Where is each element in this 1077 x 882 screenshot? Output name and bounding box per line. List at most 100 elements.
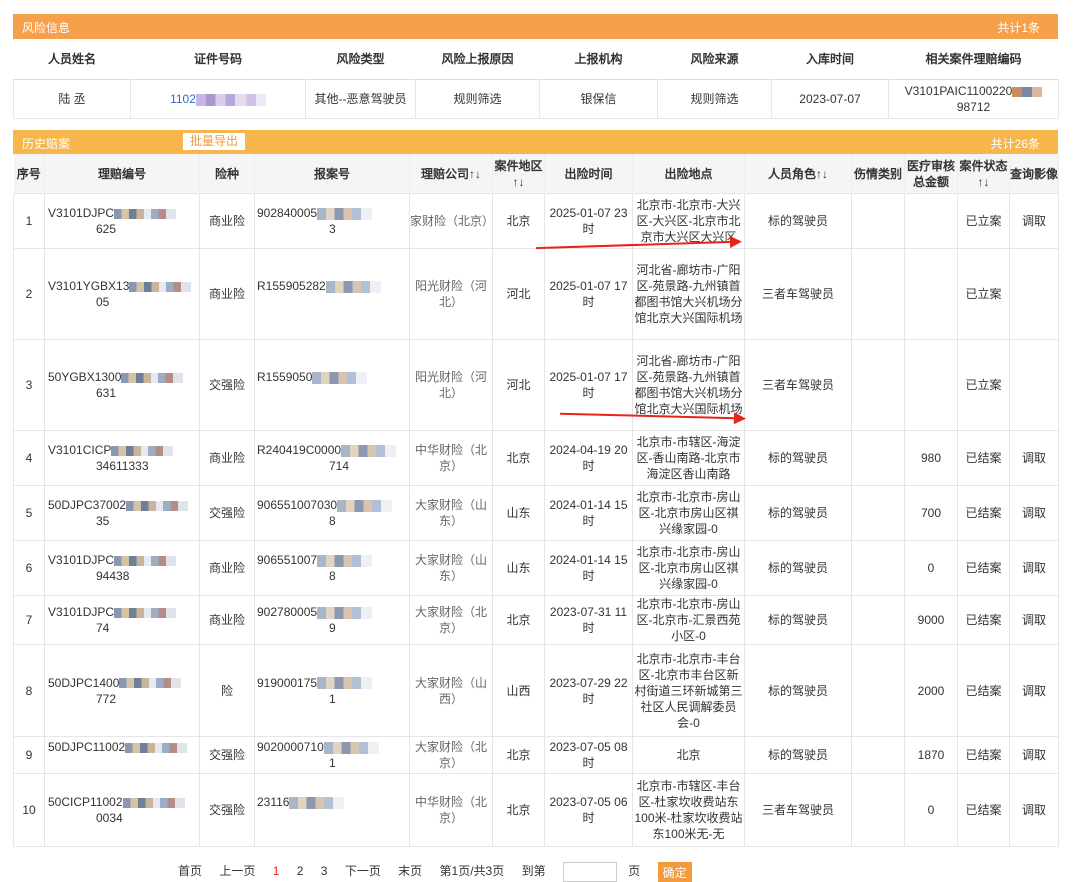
person-role: 标的驾驶员 [744,736,852,774]
query-image-link[interactable] [1009,248,1059,340]
pager-confirm-button[interactable]: 确定 [657,862,692,882]
pager-last[interactable]: 末页 [398,862,422,879]
risk-info-title: 风险信息 [22,21,71,35]
report-number-suffix: 9 [329,621,336,635]
query-image-link[interactable]: 调取 [1009,485,1059,541]
header-report-org: 上报机构 [539,39,658,80]
accident-time: 2024-01-14 15时 [544,485,633,541]
query-image-link[interactable] [1009,339,1059,431]
header-person-name: 人员姓名 [13,39,131,80]
case-region: 山东 [492,485,545,541]
report-number-redacted [337,499,393,512]
header-insurance-type: 险种 [199,154,255,194]
query-image-link[interactable]: 调取 [1009,193,1059,249]
claim-number-text: 50DJPC37002 [48,498,127,512]
claim-number-redacted [114,555,177,566]
insurance-type: 交强险 [199,339,255,431]
medical-amount: 9000 [904,595,958,645]
header-risk-type: 风险类型 [305,39,416,80]
case-region: 北京 [492,430,545,486]
report-number-redacted [312,371,368,384]
header-accident-place: 出险地点 [632,154,745,194]
pager-page-3[interactable]: 3 [321,864,328,878]
insurance-type: 险 [199,644,255,737]
accident-place: 北京市-市辖区-海淀区-香山南路-北京市海淀区香山南路 [632,430,745,486]
claim-number-text: V3101DJPC [48,206,115,220]
query-image-link[interactable]: 调取 [1009,644,1059,737]
person-role: 三者车驾驶员 [744,248,852,340]
case-status: 已立案 [957,193,1010,249]
query-image-link[interactable]: 调取 [1009,773,1059,847]
claim-company: 阳光财险（河北） [409,248,493,340]
pager-prev[interactable]: 上一页 [219,862,255,879]
report-number-suffix [257,811,329,825]
person-role: 三者车驾驶员 [744,773,852,847]
report-number: R240419C0000 714 [254,430,410,486]
history-table-header-row: 序号 理赔编号 险种 报案号 理赔公司↑↓ 案件地区↑↓ 出险时间 出险地点 人… [13,154,1059,194]
id-number-link[interactable]: 1102 [170,92,196,106]
medical-amount: 1870 [904,736,958,774]
claim-number-suffix: 05 [96,295,110,309]
person-role: 三者车驾驶员 [744,339,852,431]
claim-number-redacted [119,678,182,689]
query-image-link[interactable]: 调取 [1009,736,1059,774]
report-number-text: 902840005 [257,206,318,220]
table-row: 5 50DJPC37002 35 交强险 906551007030 8 大家财险（山东） 山东… [13,485,1059,541]
seq-number: 6 [13,540,45,596]
header-person-role-sort[interactable]: 人员角色↑↓ [744,154,852,194]
claim-number-suffix: 772 [96,691,117,706]
person-role: 标的驾驶员 [744,193,852,249]
medical-amount [904,193,958,249]
id-number-cell[interactable]: 1102 [130,79,306,119]
case-region: 北京 [492,193,545,249]
claim-number-suffix [48,756,96,770]
seq-number: 2 [13,248,45,340]
injury-category [851,430,905,486]
case-status: 已结案 [957,595,1010,645]
report-number-text: 902780005 [257,605,318,619]
person-role: 标的驾驶员 [744,430,852,486]
pager-page-unit: 页 [628,864,641,879]
pager-goto-input[interactable] [562,862,617,882]
seq-number: 9 [13,736,45,774]
header-case-region-sort[interactable]: 案件地区↑↓ [492,154,545,194]
risk-info-count: 共计1条 [997,21,1040,35]
header-claim-number: 理赔编号 [44,154,200,194]
header-case-status-sort[interactable]: 案件状态↑↓ [957,154,1010,194]
pager-page-2[interactable]: 2 [297,864,304,878]
claim-company: 大家财险（山东） [409,485,493,541]
claim-number-text: V3101DJPC [48,553,115,567]
risk-source: 规则筛选 [657,79,772,119]
pager-first[interactable]: 首页 [178,862,202,879]
report-number-text: R240419C0000 [257,443,342,457]
header-risk-source: 风险来源 [657,39,772,80]
pager-next[interactable]: 下一页 [345,862,381,879]
claim-number-redacted [121,372,184,383]
header-claim-company-sort[interactable]: 理赔公司↑↓ [409,154,493,194]
claim-number-text: 50CICP11002 [48,795,123,809]
insurance-type: 商业险 [199,540,255,596]
report-number: R1559050 [254,339,410,431]
medical-amount: 0 [904,540,958,596]
batch-export-button[interactable]: 批量导出 [183,133,245,150]
table-row: 2 V3101YGBX13 05 商业险 R155905282 阳光财险（河北） 河北 202… [13,248,1059,340]
claim-number: V3101DJPC 625 [44,193,200,249]
report-number: 906551007030 8 [254,485,410,541]
claim-company: 中华财险（北京） [409,430,493,486]
person-role: 标的驾驶员 [744,644,852,737]
claim-code-redacted [1012,86,1043,97]
insurance-type: 商业险 [199,193,255,249]
query-image-link[interactable]: 调取 [1009,540,1059,596]
accident-place: 北京市-北京市-房山区-北京市房山区祺兴缘家园-0 [632,540,745,596]
entry-time: 2023-07-07 [771,79,889,119]
history-claims-count: 共计26条 [990,137,1040,151]
claim-company: 大家财险（山东） [409,540,493,596]
query-image-link[interactable]: 调取 [1009,430,1059,486]
table-row: 4 V3101CICP 34611333 商业险 R240419C0000 714 中华财险… [13,430,1059,486]
pager-page-1[interactable]: 1 [273,864,280,878]
query-image-link[interactable]: 调取 [1009,595,1059,645]
accident-time: 2024-04-19 20时 [544,430,633,486]
case-status: 已结案 [957,644,1010,737]
case-region: 北京 [492,595,545,645]
report-number: 919000175 1 [254,644,410,737]
